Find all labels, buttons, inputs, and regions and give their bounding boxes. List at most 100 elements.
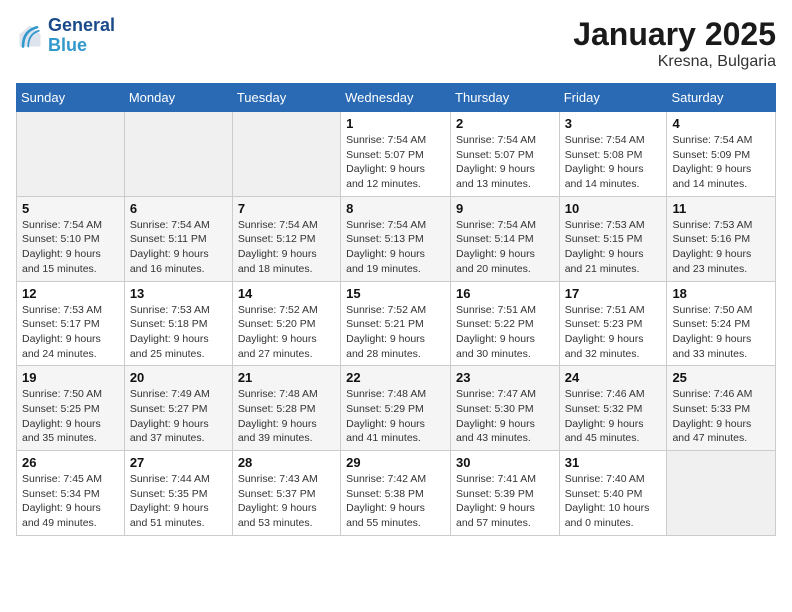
- location-title: Kresna, Bulgaria: [573, 53, 776, 71]
- day-info: Sunrise: 7:54 AM Sunset: 5:07 PM Dayligh…: [346, 133, 445, 192]
- weekday-header: Friday: [559, 84, 667, 112]
- day-number: 12: [22, 286, 119, 301]
- day-number: 5: [22, 201, 119, 216]
- weekday-header: Monday: [124, 84, 232, 112]
- day-number: 6: [130, 201, 227, 216]
- calendar-cell: [667, 451, 776, 536]
- day-info: Sunrise: 7:49 AM Sunset: 5:27 PM Dayligh…: [130, 387, 227, 446]
- logo-icon: [16, 22, 44, 50]
- calendar-week-row: 12 Sunrise: 7:53 AM Sunset: 5:17 PM Dayli…: [17, 281, 776, 366]
- day-info: Sunrise: 7:42 AM Sunset: 5:38 PM Dayligh…: [346, 472, 445, 531]
- logo-text-line2: Blue: [48, 36, 115, 56]
- day-number: 27: [130, 455, 227, 470]
- weekday-header: Sunday: [17, 84, 125, 112]
- calendar-week-row: 26 Sunrise: 7:45 AM Sunset: 5:34 PM Dayli…: [17, 451, 776, 536]
- calendar-cell: 1 Sunrise: 7:54 AM Sunset: 5:07 PM Daylig…: [341, 112, 451, 197]
- calendar-cell: 5 Sunrise: 7:54 AM Sunset: 5:10 PM Daylig…: [17, 196, 125, 281]
- calendar-cell: 28 Sunrise: 7:43 AM Sunset: 5:37 PM Dayli…: [232, 451, 340, 536]
- weekday-header: Wednesday: [341, 84, 451, 112]
- day-info: Sunrise: 7:54 AM Sunset: 5:13 PM Dayligh…: [346, 218, 445, 277]
- calendar-cell: 21 Sunrise: 7:48 AM Sunset: 5:28 PM Dayli…: [232, 366, 340, 451]
- weekday-header: Thursday: [451, 84, 560, 112]
- day-info: Sunrise: 7:51 AM Sunset: 5:23 PM Dayligh…: [565, 303, 662, 362]
- day-info: Sunrise: 7:54 AM Sunset: 5:14 PM Dayligh…: [456, 218, 554, 277]
- day-info: Sunrise: 7:41 AM Sunset: 5:39 PM Dayligh…: [456, 472, 554, 531]
- day-number: 26: [22, 455, 119, 470]
- day-number: 4: [672, 116, 770, 131]
- day-number: 18: [672, 286, 770, 301]
- day-number: 2: [456, 116, 554, 131]
- day-info: Sunrise: 7:48 AM Sunset: 5:29 PM Dayligh…: [346, 387, 445, 446]
- day-number: 16: [456, 286, 554, 301]
- calendar-cell: 7 Sunrise: 7:54 AM Sunset: 5:12 PM Daylig…: [232, 196, 340, 281]
- calendar-cell: 16 Sunrise: 7:51 AM Sunset: 5:22 PM Dayli…: [451, 281, 560, 366]
- day-info: Sunrise: 7:54 AM Sunset: 5:08 PM Dayligh…: [565, 133, 662, 192]
- title-area: January 2025 Kresna, Bulgaria: [573, 16, 776, 71]
- calendar-cell: 31Sunrise: 7:40 AM Sunset: 5:40 PM Dayli…: [559, 451, 667, 536]
- day-info: Sunrise: 7:46 AM Sunset: 5:33 PM Dayligh…: [672, 387, 770, 446]
- calendar-cell: 27Sunrise: 7:44 AM Sunset: 5:35 PM Dayli…: [124, 451, 232, 536]
- calendar-cell: [232, 112, 340, 197]
- day-number: 28: [238, 455, 335, 470]
- calendar-cell: 4 Sunrise: 7:54 AM Sunset: 5:09 PM Daylig…: [667, 112, 776, 197]
- calendar-cell: 18 Sunrise: 7:50 AM Sunset: 5:24 PM Dayli…: [667, 281, 776, 366]
- day-number: 1: [346, 116, 445, 131]
- weekday-header-row: SundayMondayTuesdayWednesdayThursdayFrid…: [17, 84, 776, 112]
- calendar-cell: [124, 112, 232, 197]
- day-info: Sunrise: 7:50 AM Sunset: 5:24 PM Dayligh…: [672, 303, 770, 362]
- day-info: Sunrise: 7:45 AM Sunset: 5:34 PM Dayligh…: [22, 472, 119, 531]
- calendar-cell: 17 Sunrise: 7:51 AM Sunset: 5:23 PM Dayli…: [559, 281, 667, 366]
- day-info: Sunrise: 7:54 AM Sunset: 5:12 PM Dayligh…: [238, 218, 335, 277]
- day-number: 15: [346, 286, 445, 301]
- day-number: 21: [238, 370, 335, 385]
- day-number: 31: [565, 455, 662, 470]
- calendar-week-row: 1 Sunrise: 7:54 AM Sunset: 5:07 PM Daylig…: [17, 112, 776, 197]
- day-number: 23: [456, 370, 554, 385]
- calendar-cell: 14 Sunrise: 7:52 AM Sunset: 5:20 PM Dayli…: [232, 281, 340, 366]
- calendar-cell: 29Sunrise: 7:42 AM Sunset: 5:38 PM Dayli…: [341, 451, 451, 536]
- calendar-cell: 30 Sunrise: 7:41 AM Sunset: 5:39 PM Dayli…: [451, 451, 560, 536]
- calendar-cell: 2 Sunrise: 7:54 AM Sunset: 5:07 PM Daylig…: [451, 112, 560, 197]
- calendar-cell: 15 Sunrise: 7:52 AM Sunset: 5:21 PM Dayli…: [341, 281, 451, 366]
- day-info: Sunrise: 7:54 AM Sunset: 5:09 PM Dayligh…: [672, 133, 770, 192]
- day-info: Sunrise: 7:50 AM Sunset: 5:25 PM Dayligh…: [22, 387, 119, 446]
- calendar-cell: 24Sunrise: 7:46 AM Sunset: 5:32 PM Dayli…: [559, 366, 667, 451]
- day-info: Sunrise: 7:43 AM Sunset: 5:37 PM Dayligh…: [238, 472, 335, 531]
- day-info: Sunrise: 7:46 AM Sunset: 5:32 PM Dayligh…: [565, 387, 662, 446]
- calendar-cell: 25 Sunrise: 7:46 AM Sunset: 5:33 PM Dayli…: [667, 366, 776, 451]
- day-info: Sunrise: 7:53 AM Sunset: 5:17 PM Dayligh…: [22, 303, 119, 362]
- day-number: 17: [565, 286, 662, 301]
- logo-text-line1: General: [48, 16, 115, 36]
- day-number: 25: [672, 370, 770, 385]
- day-info: Sunrise: 7:54 AM Sunset: 5:10 PM Dayligh…: [22, 218, 119, 277]
- calendar-week-row: 5 Sunrise: 7:54 AM Sunset: 5:10 PM Daylig…: [17, 196, 776, 281]
- calendar-cell: 11Sunrise: 7:53 AM Sunset: 5:16 PM Dayli…: [667, 196, 776, 281]
- day-number: 10: [565, 201, 662, 216]
- month-title: January 2025: [573, 16, 776, 53]
- page-header: General Blue January 2025 Kresna, Bulgar…: [16, 16, 776, 71]
- logo: General Blue: [16, 16, 115, 56]
- calendar-table: SundayMondayTuesdayWednesdayThursdayFrid…: [16, 83, 776, 536]
- day-info: Sunrise: 7:51 AM Sunset: 5:22 PM Dayligh…: [456, 303, 554, 362]
- calendar-cell: 23 Sunrise: 7:47 AM Sunset: 5:30 PM Dayli…: [451, 366, 560, 451]
- day-number: 14: [238, 286, 335, 301]
- day-number: 13: [130, 286, 227, 301]
- day-info: Sunrise: 7:48 AM Sunset: 5:28 PM Dayligh…: [238, 387, 335, 446]
- day-info: Sunrise: 7:53 AM Sunset: 5:18 PM Dayligh…: [130, 303, 227, 362]
- day-info: Sunrise: 7:54 AM Sunset: 5:07 PM Dayligh…: [456, 133, 554, 192]
- weekday-header: Saturday: [667, 84, 776, 112]
- calendar-cell: [17, 112, 125, 197]
- day-number: 19: [22, 370, 119, 385]
- calendar-week-row: 19 Sunrise: 7:50 AM Sunset: 5:25 PM Dayli…: [17, 366, 776, 451]
- day-info: Sunrise: 7:52 AM Sunset: 5:20 PM Dayligh…: [238, 303, 335, 362]
- calendar-cell: 20Sunrise: 7:49 AM Sunset: 5:27 PM Dayli…: [124, 366, 232, 451]
- day-info: Sunrise: 7:52 AM Sunset: 5:21 PM Dayligh…: [346, 303, 445, 362]
- day-number: 3: [565, 116, 662, 131]
- day-info: Sunrise: 7:54 AM Sunset: 5:11 PM Dayligh…: [130, 218, 227, 277]
- calendar-cell: 22Sunrise: 7:48 AM Sunset: 5:29 PM Dayli…: [341, 366, 451, 451]
- day-number: 30: [456, 455, 554, 470]
- day-number: 7: [238, 201, 335, 216]
- day-info: Sunrise: 7:47 AM Sunset: 5:30 PM Dayligh…: [456, 387, 554, 446]
- calendar-cell: 12 Sunrise: 7:53 AM Sunset: 5:17 PM Dayli…: [17, 281, 125, 366]
- calendar-cell: 10Sunrise: 7:53 AM Sunset: 5:15 PM Dayli…: [559, 196, 667, 281]
